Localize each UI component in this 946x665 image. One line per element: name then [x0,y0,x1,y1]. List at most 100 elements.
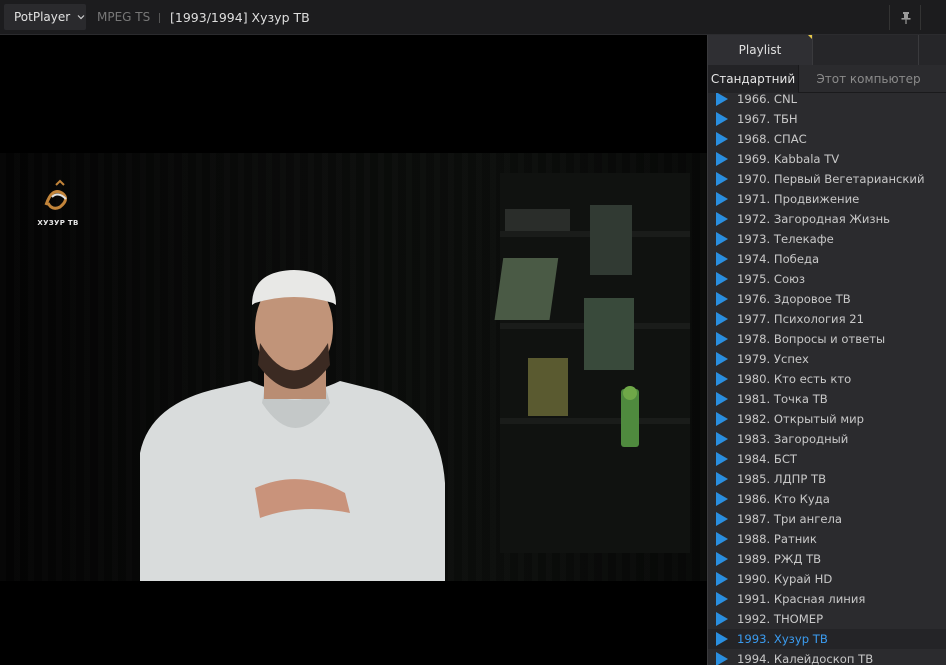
playlist-item[interactable]: 1974. Победа [708,249,946,269]
playlist-item-label: 1990. Курай HD [737,572,833,586]
subtab-standard-label: Стандартний [710,72,796,86]
play-icon [716,612,728,626]
playlist-item-label: 1993. Хузур ТВ [737,632,828,646]
title-separator [159,13,160,23]
playlist-item[interactable]: 1970. Первый Вегетарианский [708,169,946,189]
playlist-items: 1966. CNL 1967. ТБН 1968. СПАС 1969. Kabbal… [708,93,946,665]
playlist-item[interactable]: 1984. БСТ [708,449,946,469]
playlist-item-label: 1980. Кто есть кто [737,372,852,386]
play-icon [716,452,728,466]
playlist-item[interactable]: 1986. Кто Куда [708,489,946,509]
playlist-item[interactable]: 1976. Здоровое ТВ [708,289,946,309]
playlist-item[interactable]: 1975. Союз [708,269,946,289]
playlist-item[interactable]: 1990. Курай HD [708,569,946,589]
playlist-item-label: 1976. Здоровое ТВ [737,292,851,306]
playlist-item[interactable]: 1969. Kabbala TV [708,149,946,169]
playlist-item-label: 1967. ТБН [737,112,798,126]
playlist-item[interactable]: 1988. Ратник [708,529,946,549]
playlist-item-label: 1975. Союз [737,272,805,286]
playlist-item-label: 1986. Кто Куда [737,492,830,506]
play-icon [716,392,728,406]
playlist-item-label: 1984. БСТ [737,452,798,466]
titlebar-divider [920,5,921,30]
play-icon [716,632,728,646]
playlist-item[interactable]: 1989. РЖД ТВ [708,549,946,569]
channel-logo-icon [44,179,67,210]
video-frame[interactable]: ХУЗУР ТВ [0,153,707,581]
playlist-item-label: 1988. Ратник [737,532,817,546]
playlist-item-label: 1983. Загородный [737,432,849,446]
play-icon [716,492,728,506]
chevron-down-icon [77,15,85,20]
playlist-item[interactable]: 1967. ТБН [708,109,946,129]
channel-logo: ХУЗУР ТВ [30,177,86,233]
playlist-item[interactable]: 1977. Психология 21 [708,309,946,329]
playlist-item[interactable]: 1968. СПАС [708,129,946,149]
playlist-item[interactable]: 1981. Точка ТВ [708,389,946,409]
playlist-item-label: 1978. Вопросы и ответы [737,332,886,346]
playlist-item[interactable]: 1983. Загородный [708,429,946,449]
channel-logo-text: ХУЗУР ТВ [37,219,79,227]
play-icon [716,212,728,226]
play-icon [716,112,728,126]
playlist-item-label: 1989. РЖД ТВ [737,552,822,566]
subtab-this-computer[interactable]: Этот компьютер [798,65,938,93]
video-area[interactable]: ХУЗУР ТВ [0,35,707,665]
playlist-item[interactable]: 1982. Открытый мир [708,409,946,429]
playlist-item-label: 1969. Kabbala TV [737,152,840,166]
play-icon [716,372,728,386]
play-icon [716,272,728,286]
panel-tabs: Playlist [708,35,946,65]
playlist-item[interactable]: 1991. Красная линия [708,589,946,609]
playlist-item[interactable]: 1973. Телекафе [708,229,946,249]
play-icon [716,572,728,586]
playlist-item[interactable]: 1994. Калейдоскоп ТВ [708,649,946,665]
playlist-item-label: 1982. Открытый мир [737,412,865,426]
play-icon [716,432,728,446]
playlist-item-label: 1974. Победа [737,252,820,266]
play-icon [716,332,728,346]
video-scene [140,173,690,581]
playlist-item-label: 1973. Телекафе [737,232,834,246]
playlist-subtabs: Стандартний Этот компьютер [708,65,946,93]
play-icon [716,172,728,186]
play-icon [716,152,728,166]
play-icon [716,232,728,246]
playlist-item-label: 1977. Психология 21 [737,312,864,326]
playlist-item[interactable]: 1992. ТНОМЕР [708,609,946,629]
playlist-item[interactable]: 1978. Вопросы и ответы [708,329,946,349]
playlist-item[interactable]: 1993. Хузур ТВ [708,629,946,649]
playlist-list[interactable]: 1966. CNL 1967. ТБН 1968. СПАС 1969. Kabbal… [708,93,946,665]
playlist-item-label: 1985. ЛДПР ТВ [737,472,827,486]
subtab-standard[interactable]: Стандартний [708,65,798,93]
play-icon [716,652,728,665]
playlist-item[interactable]: 1966. CNL [708,93,946,109]
playlist-panel: Playlist Стандартний Этот компьютер 1966… [707,35,946,665]
playlist-item[interactable]: 1985. ЛДПР ТВ [708,469,946,489]
play-icon [716,532,728,546]
tab-playlist[interactable]: Playlist [708,35,812,65]
play-icon [716,592,728,606]
play-icon [716,312,728,326]
playlist-item[interactable]: 1972. Загородная Жизнь [708,209,946,229]
play-icon [716,192,728,206]
playlist-item-label: 1987. Три ангела [737,512,842,526]
playlist-item[interactable]: 1971. Продвижение [708,189,946,209]
playlist-item[interactable]: 1987. Три ангела [708,509,946,529]
playlist-item[interactable]: 1979. Успех [708,349,946,369]
play-icon [716,132,728,146]
subtab-this-computer-label: Этот компьютер [816,72,921,86]
playlist-item[interactable]: 1980. Кто есть кто [708,369,946,389]
playlist-item-label: 1992. ТНОМЕР [737,612,824,626]
app-menu-button[interactable]: PotPlayer [4,4,86,30]
play-icon [716,93,728,106]
pin-button[interactable] [896,8,916,28]
tab-empty[interactable] [812,35,919,65]
play-icon [716,552,728,566]
playlist-item-label: 1972. Загородная Жизнь [737,212,891,226]
playlist-item-label: 1981. Точка ТВ [737,392,828,406]
tab-playlist-label: Playlist [738,43,782,57]
play-icon [716,352,728,366]
playlist-item-label: 1991. Красная линия [737,592,866,606]
tab-empty[interactable] [918,35,946,65]
